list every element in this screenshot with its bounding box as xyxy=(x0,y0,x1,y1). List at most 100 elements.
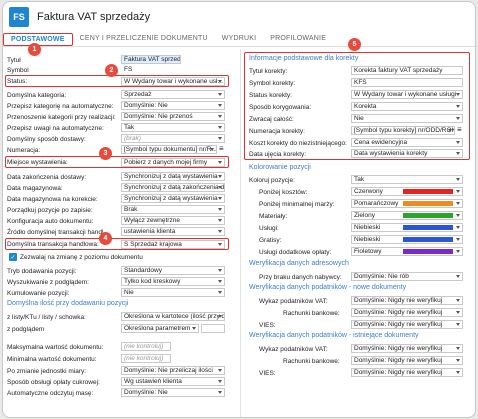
tytul-field[interactable]: Faktura VAT sprzedaży xyxy=(121,55,181,64)
tab-ceny[interactable]: CENY I PRZELICZENIE DOKUMENTU xyxy=(73,33,215,46)
title-bar: FS Faktura VAT sprzedaży xyxy=(3,2,475,32)
przy-braku-select[interactable]: Domyślnie: Nie rób xyxy=(351,272,463,281)
maks-field[interactable]: (nie kontroluj) xyxy=(121,342,171,351)
porzadek-select[interactable]: Brak xyxy=(121,205,225,214)
symbol-label: Symbol xyxy=(7,66,29,74)
miejsce-select[interactable]: Pobierz z danych mojej firmy xyxy=(121,158,225,167)
color-swatch-blue xyxy=(403,225,453,230)
section-info: Informacje podstawowe dla korekty xyxy=(249,55,359,62)
color-swatch-purple xyxy=(403,249,453,254)
autom-select[interactable]: Domyślnie: Nie xyxy=(121,388,225,397)
zpodgl-label: z podglądem xyxy=(7,325,45,333)
wykaz-select[interactable]: Domyślnie: Nigdy nie weryfikuj xyxy=(351,296,463,305)
maks-label: Maksymalna wartość dokumentu: xyxy=(7,343,104,351)
numeracja-select[interactable]: [Symbol typu dokumentu] nr/R... xyxy=(121,145,217,154)
window-title: Faktura VAT sprzedaży xyxy=(37,11,151,23)
kumul-select[interactable]: Nie xyxy=(121,288,225,297)
rach2-label: Rachunki bankowe: xyxy=(283,357,340,365)
data-zak-select[interactable]: Synchronizuj z datą wystawienia xyxy=(121,172,225,181)
data-mag-kor-select[interactable]: Synchronizuj z datą wystawienia xyxy=(121,194,225,203)
symbol-field[interactable]: FS xyxy=(121,65,161,74)
transakcja-select[interactable]: S Sprzedaż krajowa xyxy=(121,240,225,249)
symbol-kor-label: Symbol korekty: xyxy=(249,79,296,87)
zezwalaj-label: Zezwalaj na zmianę z poziomu dokumentu xyxy=(20,253,143,261)
miejsce-label: Miejsce wystawienia: xyxy=(7,158,68,166)
materialy-label: Materiały: xyxy=(259,212,288,220)
kolor-label: Koloruj pozycje: xyxy=(249,176,295,184)
tab-wydruki[interactable]: WYDRUKI xyxy=(215,33,263,46)
przepisz-uw-select[interactable]: Tak xyxy=(121,123,225,132)
menu-icon[interactable]: ≡ xyxy=(457,125,462,134)
tytul-label: Tytuł xyxy=(7,56,21,64)
przepisz-kat-label: Przepisz kategorię na automatyczne: xyxy=(7,102,114,110)
rach-select[interactable]: Domyślnie: Nigdy nie weryfikuj xyxy=(351,308,463,317)
kategoria-label: Domyślna kategoria: xyxy=(7,91,67,99)
wykaz2-select[interactable]: Domyślnie: Nigdy nie weryfikuj xyxy=(351,344,463,353)
autom-label: Automatyczne odczytuj masę: xyxy=(7,389,94,397)
gratisy-label: Gratisy: xyxy=(259,236,282,244)
zpodgl-select[interactable]: Określona parametrem xyxy=(121,324,199,333)
rach2-select[interactable]: Domyślnie: Nigdy nie weryfikuj xyxy=(351,356,463,365)
koszt-label: Koszt korekty do niezistniejącego: xyxy=(249,139,347,147)
section-nowe: Weryfikacja danych podatników - nowe dok… xyxy=(249,284,407,291)
wykaz-label: Wykaz podatników VAT: xyxy=(259,297,328,305)
tytul-kor-field[interactable]: Korekta faktury VAT sprzedaży xyxy=(351,66,463,75)
tab-bar: PODSTAWOWE CENY I PRZELICZENIE DOKUMENTU… xyxy=(3,32,475,47)
uslugi-dod-label: Usługi dodatkowe opłaty: xyxy=(259,248,332,256)
menu-icon[interactable]: ≡ xyxy=(219,144,224,153)
przepisz-kat-select[interactable]: Domyślnie: Nie xyxy=(121,101,225,110)
zwracaj-label: Zwracaj całość: xyxy=(249,115,294,123)
koszt-select[interactable]: Cena ewidencyjna xyxy=(351,138,463,147)
status-select[interactable]: W Wydany towar i wykonane usł... xyxy=(121,77,225,86)
section-adres: Weryfikacja danych adresowych xyxy=(249,260,349,267)
zpodgl-param-field[interactable] xyxy=(201,324,225,333)
vies2-select[interactable]: Domyślnie: Nigdy nie weryfikuj xyxy=(351,368,463,377)
rach-label: Rachunki bankowe: xyxy=(283,309,340,317)
data-ujecia-select[interactable]: Data wystawienia korekty xyxy=(351,149,463,158)
data-mag-kor-label: Data magazynowa na korekcie: xyxy=(7,195,98,203)
badge-4: 4 xyxy=(99,232,112,245)
tryb-select[interactable]: Standardowy xyxy=(121,266,225,275)
przen-kat-select[interactable]: Domyślnie: Nie przenoś xyxy=(121,112,225,121)
konfig-select[interactable]: Wyłącz zewnętrzne xyxy=(121,216,225,225)
sposob-dost-select[interactable]: (brak) xyxy=(121,134,225,143)
zlistyk-select[interactable]: Określona w kartotece (ilość przy do... xyxy=(121,312,225,321)
kolor-select[interactable]: Tak xyxy=(351,175,463,184)
section-kolor: Kolorowanie pozycji xyxy=(249,164,311,171)
vies-select[interactable]: Domyślnie: Nigdy nie weryfikuj xyxy=(351,320,463,329)
data-zak-label: Data zakończenia dostawy: xyxy=(7,173,87,181)
min-label: Minimalna wartość dokumentu: xyxy=(7,355,97,363)
vies-label: VIES: xyxy=(259,321,276,329)
wyszuk-label: Wyszukiwanie z podglądem: xyxy=(7,278,89,286)
badge-1: 1 xyxy=(28,43,41,56)
wyszuk-select[interactable]: Tylko kod kreskowy xyxy=(121,277,225,286)
przepisz-uw-label: Przepisz uwagi na automatyczne: xyxy=(7,124,104,132)
color-swatch-red xyxy=(403,189,453,194)
numer-kor-label: Numeracja korekty: xyxy=(249,127,305,135)
tab-profilowanie[interactable]: PROFILOWANIE xyxy=(263,33,333,46)
left-panel: Tytuł Faktura VAT sprzedaży Symbol FS St… xyxy=(3,48,475,417)
tryb-label: Tryb dodawania pozycji: xyxy=(7,267,77,275)
status-kor-select[interactable]: W Wydany towar i wykonane usługi xyxy=(351,90,463,99)
pozmianie-select[interactable]: Domyślnie: Nie przeliczaj ilości xyxy=(121,366,225,375)
przen-kat-label: Przenoszenie kategorii przy realizacji: xyxy=(7,113,116,121)
min-field[interactable]: (nie kontroluj) xyxy=(121,354,171,363)
kategoria-select[interactable]: Sprzedaż xyxy=(121,90,225,99)
uslugi-label: Usługi: xyxy=(259,224,279,232)
numeracja-label: Numeracja: xyxy=(7,146,41,154)
obslugi-label: Sposób obsługi opłaty cukrowej: xyxy=(7,378,100,386)
numer-kor-select[interactable]: [Symbol typu korekty] nr/ODD/ROK xyxy=(351,126,455,135)
zezwalaj-checkbox[interactable]: ✓ xyxy=(9,253,17,261)
app-icon: FS xyxy=(9,7,29,27)
sposob-dost-label: Domyślny sposób dostawy: xyxy=(7,135,86,143)
section-ilosc: Domyślna ilość przy dodawaniu pozycji xyxy=(7,300,129,307)
data-mag-select[interactable]: Synchronizuj z datą zakończenia do... xyxy=(121,183,225,192)
transakcja-label: Domyślna transakcja handlowa: xyxy=(7,240,99,248)
sposob-kor-select[interactable]: Korekta xyxy=(351,102,463,111)
obslugi-select[interactable]: Wg ustawień klienta xyxy=(121,377,225,386)
symbol-kor-field[interactable]: KFS xyxy=(351,78,463,87)
zwracaj-select[interactable]: Nie xyxy=(351,114,463,123)
konfig-label: Konfiguracja auto dokumentu: xyxy=(7,217,94,225)
porzadek-label: Porządkuj pozycje po zapisie: xyxy=(7,206,93,214)
zrodlo-select[interactable]: ustawienia klienta xyxy=(121,227,225,236)
